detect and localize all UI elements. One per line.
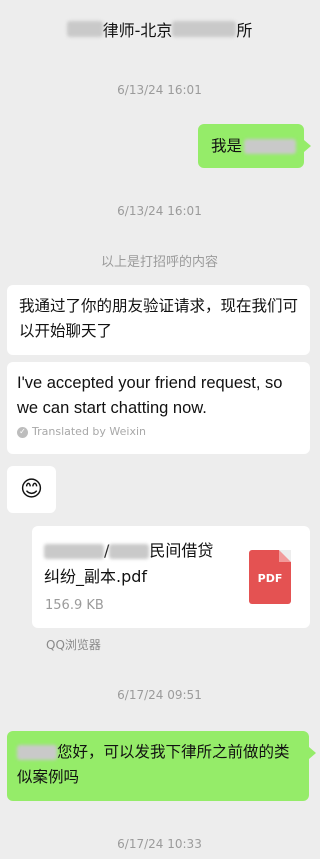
chat-header: 律师-北京 所 (0, 0, 319, 58)
chat-title-part1: 律师-北京 (102, 21, 173, 40)
message-text: 我是 (211, 136, 243, 155)
smile-emoji-icon: 😊 (20, 477, 43, 502)
file-source-label: QQ浏览器 (46, 638, 101, 652)
message-bubble-self[interactable]: 我是 (198, 124, 304, 168)
translated-by-label: Translated by Weixin (32, 425, 147, 438)
system-note: 以上是打招呼的内容 (100, 255, 218, 270)
translation-bubble[interactable]: I've accepted your friend request, so we… (7, 362, 310, 454)
bubble-tail (309, 747, 316, 759)
pdf-file-icon: PDF (249, 550, 291, 604)
redacted-text (109, 544, 150, 559)
redacted-text (44, 544, 104, 559)
timestamp: 6/17/24 10:33 (117, 837, 202, 851)
message-bubble-self[interactable]: 您好，可以发我下律所之前做的类似案例吗 (7, 731, 309, 801)
redacted-firm (172, 21, 237, 37)
file-name: / 民间借贷 纠纷_副本.pdf (44, 541, 214, 586)
emoji-message[interactable]: 😊 (7, 466, 56, 513)
timestamp: 6/13/24 16:01 (117, 83, 202, 97)
timestamp: 6/13/24 16:01 (117, 204, 202, 218)
message-bubble-other[interactable]: 我通过了你的朋友验证请求，现在我们可以开始聊天了 (7, 285, 310, 355)
translation-text: I've accepted your friend request, so we… (17, 374, 283, 417)
file-attachment-card[interactable]: / 民间借贷 纠纷_副本.pdf 156.9 KB PDF (32, 526, 310, 628)
check-icon: ✓ (17, 426, 28, 438)
chat-title-part2: 所 (236, 21, 253, 40)
file-size: 156.9 KB (45, 598, 104, 613)
translation-attribution: ✓ Translated by Weixin (17, 425, 300, 439)
redacted-name (244, 138, 297, 154)
redacted-name (66, 21, 103, 37)
bubble-tail (304, 140, 311, 152)
redacted-name (17, 745, 57, 760)
message-text: 我通过了你的朋友验证请求，现在我们可以开始聊天了 (19, 297, 299, 340)
timestamp: 6/17/24 09:51 (117, 688, 202, 702)
message-text: 您好，可以发我下律所之前做的类似案例吗 (17, 743, 290, 786)
